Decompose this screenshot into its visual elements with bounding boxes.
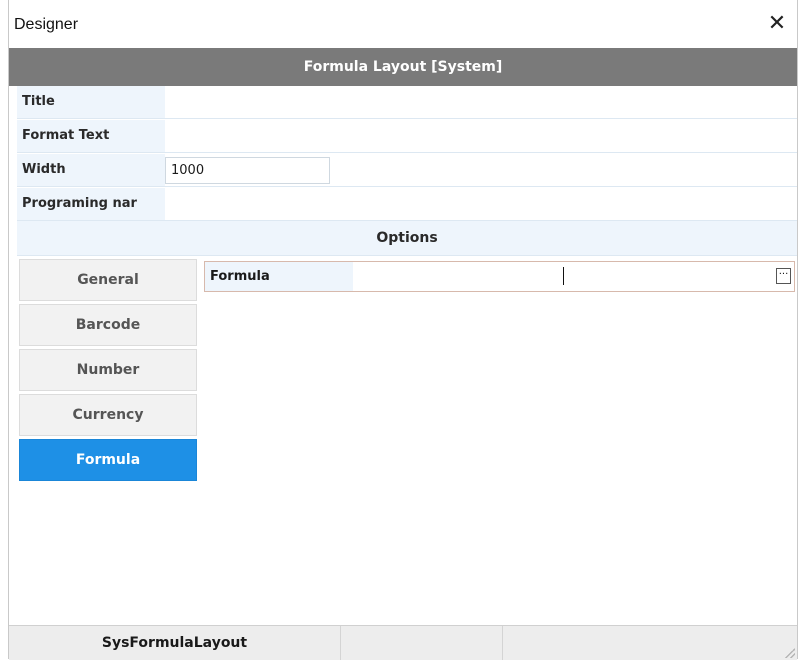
tab-number[interactable]: Number <box>19 349 197 391</box>
property-label: Title <box>17 86 165 118</box>
property-row-format-text: Format Text <box>17 120 797 153</box>
formula-row: Formula ··· <box>204 261 795 292</box>
property-label: Width <box>17 154 165 186</box>
designer-window: Designer ✕ Formula Layout [System] Title… <box>8 0 798 660</box>
text-caret <box>563 267 564 285</box>
programing-name-field[interactable] <box>165 188 797 220</box>
tab-barcode[interactable]: Barcode <box>19 304 197 346</box>
title-field[interactable] <box>165 86 797 118</box>
tab-general[interactable]: General <box>19 259 197 301</box>
window-title: Designer <box>14 16 79 33</box>
property-label: Programing nar <box>17 188 165 220</box>
property-row-programing-name: Programing nar <box>17 188 797 221</box>
width-input[interactable]: 1000 <box>165 157 330 184</box>
status-bar: SysFormulaLayout <box>9 625 797 660</box>
formula-label: Formula <box>205 262 353 291</box>
tab-formula[interactable]: Formula <box>19 439 197 481</box>
format-text-field[interactable] <box>165 120 797 152</box>
options-header: Options <box>17 220 797 256</box>
status-cell-name: SysFormulaLayout <box>9 626 341 660</box>
tab-currency[interactable]: Currency <box>19 394 197 436</box>
property-row-width: Width 1000 <box>17 154 797 187</box>
status-cell-2 <box>341 626 503 660</box>
property-row-title: Title <box>17 86 797 119</box>
ellipsis-icon[interactable]: ··· <box>776 268 791 284</box>
title-bar: Designer ✕ <box>9 0 797 48</box>
layout-header: Formula Layout [System] <box>9 48 797 86</box>
resize-grip-icon[interactable] <box>785 648 795 658</box>
width-field-container: 1000 <box>165 154 797 186</box>
status-cell-3 <box>503 626 797 660</box>
close-icon[interactable]: ✕ <box>763 10 791 38</box>
property-label: Format Text <box>17 120 165 152</box>
